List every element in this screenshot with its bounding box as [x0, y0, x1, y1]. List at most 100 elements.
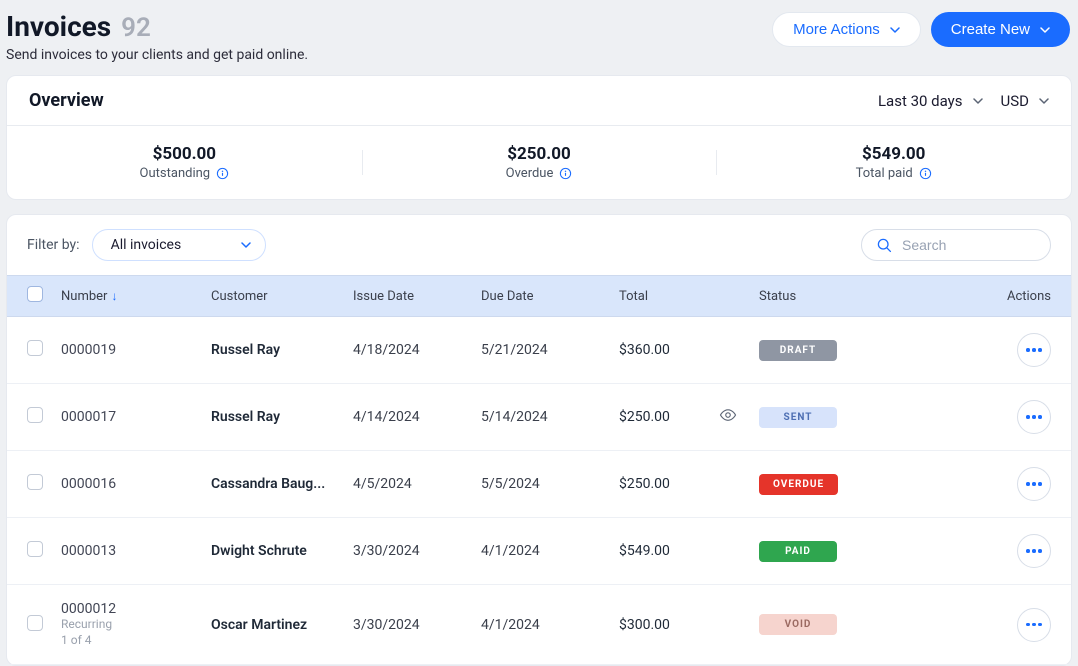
- dots-icon: [1026, 482, 1042, 486]
- chevron-down-icon: [973, 96, 983, 106]
- status-badge: DRAFT: [759, 340, 837, 361]
- row-checkbox[interactable]: [27, 407, 43, 423]
- more-actions-label: More Actions: [793, 21, 880, 38]
- cell-customer: Cassandra Baug...: [211, 476, 353, 492]
- status-badge: OVERDUE: [759, 474, 838, 495]
- row-actions-button[interactable]: [1017, 608, 1051, 642]
- dots-icon: [1026, 549, 1042, 553]
- cell-number: 0000012Recurring1 of 4: [61, 601, 211, 648]
- cell-status: VOID: [759, 614, 969, 635]
- stat-label: Overdue: [506, 166, 573, 181]
- cell-viewed: [719, 406, 759, 428]
- row-checkbox[interactable]: [27, 474, 43, 490]
- currency-select[interactable]: USD: [1001, 92, 1049, 110]
- overview-stat: $250.00 Overdue: [362, 144, 717, 181]
- column-header-total[interactable]: Total: [619, 289, 719, 304]
- page-subtitle: Send invoices to your clients and get pa…: [6, 47, 308, 63]
- status-badge: PAID: [759, 541, 837, 562]
- cell-issue-date: 3/30/2024: [353, 617, 481, 633]
- filter-label: Filter by:: [27, 237, 80, 253]
- stat-value: $500.00: [7, 144, 362, 164]
- date-range-label: Last 30 days: [878, 92, 963, 110]
- table-row[interactable]: 0000019Russel Ray4/18/20245/21/2024$360.…: [7, 317, 1071, 384]
- page-title: Invoices: [6, 10, 111, 43]
- table-row[interactable]: 0000017Russel Ray4/14/20245/14/2024$250.…: [7, 384, 1071, 451]
- viewed-icon: [719, 406, 737, 424]
- stat-label: Outstanding: [140, 166, 230, 181]
- select-all-checkbox[interactable]: [27, 286, 43, 302]
- table-row[interactable]: 0000013Dwight Schrute3/30/20244/1/2024$5…: [7, 518, 1071, 585]
- cell-customer: Russel Ray: [211, 342, 353, 358]
- cell-due-date: 4/1/2024: [481, 617, 619, 633]
- row-checkbox[interactable]: [27, 541, 43, 557]
- dots-icon: [1026, 348, 1042, 352]
- cell-number: 0000016: [61, 476, 211, 492]
- create-new-label: Create New: [951, 21, 1030, 38]
- status-badge: SENT: [759, 407, 837, 428]
- overview-stat: $549.00Total paid: [716, 144, 1071, 181]
- cell-total: $250.00: [619, 476, 719, 492]
- chevron-down-icon: [1039, 96, 1049, 106]
- cell-status: SENT: [759, 407, 969, 428]
- sort-arrow-icon: ↓: [111, 289, 117, 303]
- info-icon[interactable]: [559, 167, 572, 180]
- overview-stat: $500.00 Outstanding: [7, 144, 362, 181]
- invoice-count: 92: [121, 13, 151, 43]
- search-container[interactable]: [861, 229, 1051, 261]
- status-badge: VOID: [759, 614, 837, 635]
- stat-value: $549.00: [716, 144, 1071, 164]
- chevron-down-icon: [1040, 25, 1050, 35]
- cell-issue-date: 4/18/2024: [353, 342, 481, 358]
- column-header-due-date[interactable]: Due Date: [481, 289, 619, 304]
- search-icon: [876, 237, 892, 253]
- column-header-customer[interactable]: Customer: [211, 289, 353, 304]
- search-input[interactable]: [902, 237, 1034, 253]
- cell-due-date: 5/14/2024: [481, 409, 619, 425]
- table-header: Number ↓ Customer Issue Date Due Date To…: [7, 275, 1071, 317]
- date-range-select[interactable]: Last 30 days: [878, 92, 983, 110]
- cell-number: 0000019: [61, 342, 211, 358]
- cell-due-date: 4/1/2024: [481, 543, 619, 559]
- row-actions-button[interactable]: [1017, 534, 1051, 568]
- row-actions-button[interactable]: [1017, 400, 1051, 434]
- currency-label: USD: [1001, 92, 1029, 110]
- more-actions-button[interactable]: More Actions: [772, 12, 921, 47]
- column-header-number[interactable]: Number ↓: [61, 289, 211, 304]
- cell-status: PAID: [759, 541, 969, 562]
- cell-total: $250.00: [619, 409, 719, 425]
- table-row[interactable]: 0000016Cassandra Baug...4/5/20245/5/2024…: [7, 451, 1071, 518]
- row-actions-button[interactable]: [1017, 333, 1051, 367]
- overview-title: Overview: [29, 90, 104, 111]
- cell-customer: Dwight Schrute: [211, 543, 353, 559]
- stat-value: $250.00: [362, 144, 717, 164]
- cell-customer: Russel Ray: [211, 409, 353, 425]
- chevron-down-icon: [241, 240, 251, 250]
- column-header-number-label: Number: [61, 289, 107, 304]
- cell-total: $300.00: [619, 617, 719, 633]
- chevron-down-icon: [890, 25, 900, 35]
- cell-number: 0000017: [61, 409, 211, 425]
- create-new-button[interactable]: Create New: [931, 12, 1070, 47]
- cell-total: $360.00: [619, 342, 719, 358]
- cell-issue-date: 4/14/2024: [353, 409, 481, 425]
- cell-number: 0000013: [61, 543, 211, 559]
- filter-select[interactable]: All invoices: [92, 229, 267, 261]
- table-row[interactable]: 0000012Recurring1 of 4Oscar Martinez3/30…: [7, 585, 1071, 665]
- column-header-status[interactable]: Status: [759, 289, 969, 304]
- row-checkbox[interactable]: [27, 615, 43, 631]
- column-header-issue-date[interactable]: Issue Date: [353, 289, 481, 304]
- row-actions-button[interactable]: [1017, 467, 1051, 501]
- cell-status: DRAFT: [759, 340, 969, 361]
- row-checkbox[interactable]: [27, 340, 43, 356]
- column-header-actions: Actions: [969, 289, 1051, 304]
- cell-due-date: 5/21/2024: [481, 342, 619, 358]
- info-icon[interactable]: [216, 167, 229, 180]
- overview-card: Overview Last 30 days USD $500.00 Outstan…: [6, 75, 1072, 200]
- info-icon[interactable]: [919, 167, 932, 180]
- cell-status: OVERDUE: [759, 474, 969, 495]
- invoice-table-card: Filter by: All invoices Number ↓ Custome…: [6, 214, 1072, 666]
- cell-due-date: 5/5/2024: [481, 476, 619, 492]
- cell-issue-date: 4/5/2024: [353, 476, 481, 492]
- cell-issue-date: 3/30/2024: [353, 543, 481, 559]
- row-subline: 1 of 4: [61, 633, 211, 649]
